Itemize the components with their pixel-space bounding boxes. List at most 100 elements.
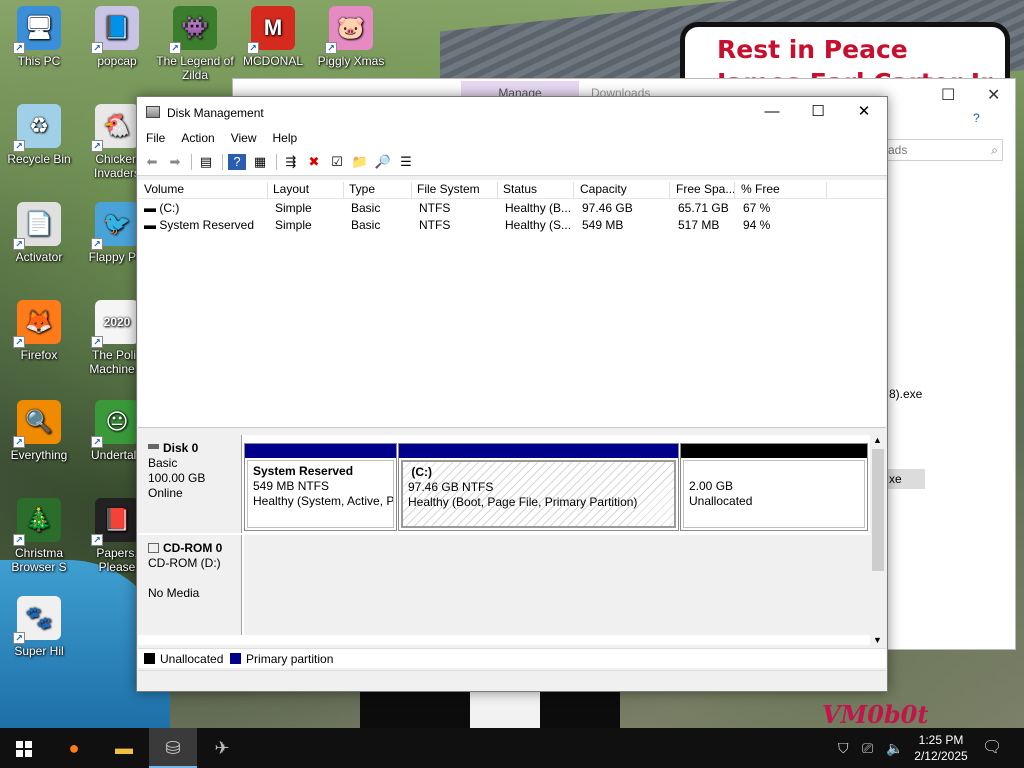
taskbar-firefox[interactable]: ●	[50, 728, 98, 768]
desktop-icon-label: Super Hil	[14, 644, 64, 658]
column-percent-free[interactable]: % Free	[741, 182, 827, 199]
start-button[interactable]	[0, 728, 48, 768]
legend: Unallocated Primary partition	[138, 648, 886, 668]
column-layout[interactable]: Layout	[273, 182, 344, 199]
table-cell-volume: ▬ System Reserved	[144, 218, 255, 232]
shortcut-arrow-icon: ↗	[13, 534, 25, 546]
column-file-system[interactable]: File System	[417, 182, 498, 199]
column-status[interactable]: Status	[503, 182, 574, 199]
show-hide-console-tree-icon[interactable]: ▤	[197, 154, 215, 170]
disk-management-icon: ⛁	[165, 738, 181, 758]
taskbar-file-explorer[interactable]: ▬	[100, 728, 148, 768]
menu-view[interactable]: View	[222, 128, 264, 145]
forward-icon[interactable]: ➡	[166, 154, 184, 170]
desktop-icon[interactable]: M ↗ MCDONAL	[234, 6, 312, 68]
security-alert-icon[interactable]: ⛉	[838, 728, 849, 768]
clock[interactable]: 1:25 PM 2/12/2025	[906, 732, 976, 764]
close-button[interactable]: ✕	[841, 97, 887, 128]
properties-icon[interactable]: ▦	[251, 154, 269, 170]
menu-file[interactable]: File	[137, 128, 172, 145]
file-item[interactable]: 8).exe	[889, 387, 922, 401]
app-icon: 😐 ↗	[91, 400, 139, 448]
rocket-icon: ✈	[214, 738, 230, 758]
title-bar[interactable]: Disk Management — ☐ ✕	[137, 97, 887, 128]
maximize-icon[interactable]: ☐	[941, 85, 955, 105]
disk-0-type: Basic	[148, 456, 178, 470]
desktop-icon[interactable]: 👾 ↗ The Legend of Zilda	[156, 6, 234, 82]
column-type[interactable]: Type	[349, 182, 412, 199]
help-icon[interactable]: ?	[228, 154, 246, 170]
notifications-icon[interactable]: 🗨	[982, 728, 1002, 768]
desktop-icon[interactable]: 📘 ↗ popcap	[78, 6, 156, 68]
scroll-up-icon[interactable]: ▲	[873, 435, 882, 445]
graphical-disk-view[interactable]: Disk 0 Basic 100.00 GB Online System Res…	[138, 435, 886, 645]
shortcut-arrow-icon: ↗	[91, 436, 103, 448]
partition-unallocated[interactable]: 2.00 GB Unallocated	[680, 443, 868, 531]
shortcut-arrow-icon: ↗	[13, 238, 25, 250]
connect-icon[interactable]: ⇶	[282, 154, 300, 170]
desktop-icon[interactable]: 🖥 ↗ This PC	[0, 6, 78, 68]
desktop-icon-label: popcap	[97, 54, 137, 68]
cdrom-0-label[interactable]: CD-ROM 0 CD-ROM (D:) No Media	[138, 535, 242, 635]
column-free-space[interactable]: Free Spa...	[676, 182, 735, 199]
table-row[interactable]: ▬ System Reserved Simple Basic NTFS Healthy …	[138, 216, 886, 233]
minimize-button[interactable]: —	[749, 97, 795, 128]
cdrom-icon	[148, 543, 159, 553]
back-icon[interactable]: ⬅	[143, 154, 161, 170]
app-icon: 🖥 ↗	[13, 6, 61, 54]
menu-action[interactable]: Action	[172, 128, 221, 145]
volume-list-header: Volume Layout Type File System Status Ca…	[138, 180, 886, 199]
scrollbar-thumb[interactable]	[872, 449, 884, 571]
disk-management-icon	[146, 106, 160, 118]
volume-rows: ▬ (C:) Simple Basic NTFS Healthy (B... 97.46 …	[138, 199, 886, 233]
list-view-icon[interactable]: ☰	[397, 154, 415, 170]
taskbar-app[interactable]: ✈	[198, 728, 246, 768]
volume-list[interactable]: Volume Layout Type File System Status Ca…	[138, 180, 886, 428]
column-capacity[interactable]: Capacity	[580, 182, 670, 199]
check-icon[interactable]: ☑	[328, 154, 346, 170]
desktop-icon[interactable]: 🔍 ↗ Everything	[0, 400, 78, 462]
search-input[interactable]: ads ⌕	[883, 139, 1003, 161]
table-cell-pct: 94 %	[743, 218, 771, 232]
cdrom-0-media: No Media	[148, 586, 200, 600]
file-item-selected[interactable]: xe	[885, 469, 925, 489]
network-icon[interactable]: ⎚	[862, 728, 873, 768]
partition-status: Healthy (System, Active, P	[253, 494, 394, 508]
scroll-down-icon[interactable]: ▼	[873, 635, 882, 645]
cdrom-0-name: CD-ROM 0	[163, 541, 223, 555]
folder-up-icon[interactable]: 📁	[351, 154, 369, 170]
desktop-icon[interactable]: ♻ ↗ Recycle Bin	[0, 104, 78, 166]
table-cell-pct: 67 %	[743, 201, 771, 215]
desktop-icon[interactable]: 🐾 ↗ Super Hil	[0, 596, 78, 658]
disk-0-label[interactable]: Disk 0 Basic 100.00 GB Online	[138, 435, 242, 533]
column-volume[interactable]: Volume	[144, 182, 268, 199]
desktop-icon[interactable]: 🦊 ↗ Firefox	[0, 300, 78, 362]
partition-bar	[399, 444, 678, 458]
graphical-view-scrollbar[interactable]: ▲ ▼	[870, 435, 886, 645]
volume-icon[interactable]: 🔈	[886, 728, 903, 768]
partition-system-reserved[interactable]: System Reserved 549 MB NTFS Healthy (Sys…	[244, 443, 397, 531]
delete-icon[interactable]: ✖	[305, 154, 323, 170]
windows-icon	[16, 741, 32, 758]
partition-detail: 549 MB NTFS	[253, 479, 330, 493]
shortcut-arrow-icon: ↗	[13, 42, 25, 54]
partition-detail: 97.46 GB NTFS	[408, 480, 494, 494]
taskbar-disk-management[interactable]: ⛁	[149, 728, 197, 768]
shortcut-arrow-icon: ↗	[91, 42, 103, 54]
desktop-icon[interactable]: 📄 ↗ Activator	[0, 202, 78, 264]
disk-0-state: Online	[148, 486, 183, 500]
shortcut-arrow-icon: ↗	[13, 336, 25, 348]
cdrom-0-area[interactable]	[244, 535, 870, 635]
close-icon[interactable]: ✕	[987, 85, 1000, 105]
table-row[interactable]: ▬ (C:) Simple Basic NTFS Healthy (B... 97.46 …	[138, 199, 886, 216]
help-icon[interactable]: ?	[973, 111, 980, 125]
menu-help[interactable]: Help	[264, 128, 305, 145]
partition-c-drive[interactable]: (C:) 97.46 GB NTFS Healthy (Boot, Page F…	[398, 443, 679, 531]
app-icon: 📄 ↗	[13, 202, 61, 250]
search-folder-icon[interactable]: 🔎	[374, 154, 392, 170]
desktop-icon[interactable]: 🐷 ↗ Piggly Xmas	[312, 6, 390, 68]
desktop-icon[interactable]: 🎄 ↗ Christma Browser S	[0, 498, 78, 574]
maximize-button[interactable]: ☐	[795, 97, 841, 128]
window-title: Disk Management	[167, 106, 264, 120]
app-icon: 🐦 ↗	[91, 202, 139, 250]
